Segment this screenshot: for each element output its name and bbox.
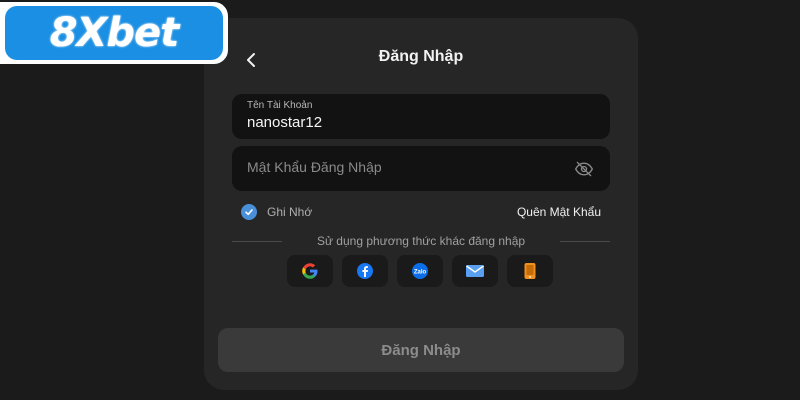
brand-logo[interactable]: 8Xbet (0, 2, 228, 64)
eye-off-icon[interactable] (574, 159, 594, 179)
username-field[interactable]: Tên Tài Khoản (232, 94, 610, 139)
login-submit-button[interactable]: Đăng Nhập (218, 328, 624, 372)
social-login-buttons: Zalo (287, 255, 553, 287)
email-login-button[interactable] (452, 255, 498, 287)
phone-icon (524, 263, 536, 279)
remember-me-label: Ghi Nhớ (267, 205, 313, 219)
remember-me-checkbox[interactable]: Ghi Nhớ (241, 204, 312, 220)
username-label: Tên Tài Khoản (247, 100, 313, 111)
username-input[interactable] (247, 114, 547, 131)
phone-login-button[interactable] (507, 255, 553, 287)
google-login-button[interactable] (287, 255, 333, 287)
alt-login-label: Sử dụng phương thức khác đăng nhập (316, 234, 526, 248)
alt-login-divider: Sử dụng phương thức khác đăng nhập (232, 233, 610, 249)
zalo-login-button[interactable]: Zalo (397, 255, 443, 287)
zalo-icon: Zalo (412, 263, 428, 279)
checkmark-icon (241, 204, 257, 220)
login-modal: Đăng Nhập Tên Tài Khoản Ghi Nhớ Quên Mật… (204, 18, 638, 390)
google-icon (302, 263, 318, 279)
brand-logo-badge: 8Xbet (5, 6, 223, 60)
facebook-login-button[interactable] (342, 255, 388, 287)
forgot-password-link[interactable]: Quên Mật Khẩu (517, 205, 601, 219)
mail-icon (466, 265, 484, 277)
divider-line-right (560, 241, 610, 242)
login-page: 8Xbet Đăng Nhập Tên Tài Khoản nanostar12… (0, 0, 800, 400)
password-field[interactable] (232, 146, 610, 191)
brand-logo-text: 8Xbet (49, 10, 180, 56)
modal-title: Đăng Nhập (378, 48, 464, 65)
password-input[interactable] (247, 159, 547, 175)
svg-text:Zalo: Zalo (414, 269, 427, 275)
facebook-icon (357, 263, 373, 279)
